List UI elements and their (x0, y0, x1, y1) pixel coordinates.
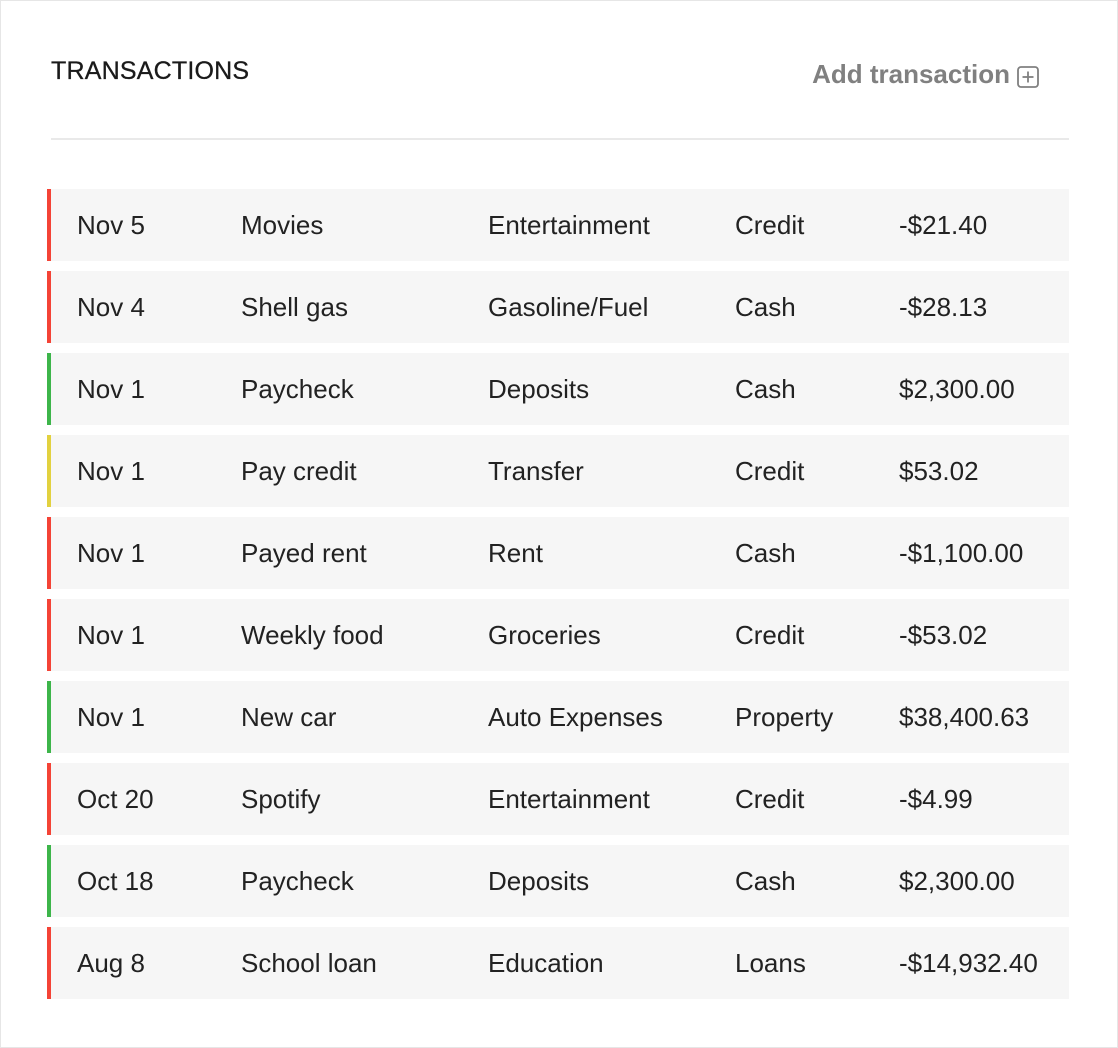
transaction-amount: $2,300.00 (899, 374, 1015, 404)
transaction-date: Nov 1 (77, 538, 145, 568)
transaction-account: Cash (735, 374, 796, 404)
transaction-amount: -$4.99 (899, 784, 973, 814)
transaction-category: Gasoline/Fuel (488, 292, 649, 322)
transaction-amount: $2,300.00 (899, 866, 1015, 896)
transaction-description: Movies (241, 210, 324, 240)
transaction-row[interactable]: Nov 1 Payed rent Rent Cash -$1,100.00 (47, 517, 1069, 589)
plus-square-icon (1017, 64, 1039, 88)
transaction-row[interactable]: Nov 1 Pay credit Transfer Credit $53.02 (47, 435, 1069, 507)
transaction-row[interactable]: Nov 1 New car Auto Expenses Property $38… (47, 681, 1069, 753)
transaction-account: Cash (735, 866, 796, 896)
transaction-amount: -$1,100.00 (899, 538, 1024, 568)
transaction-row[interactable]: Nov 4 Shell gas Gasoline/Fuel Cash -$28.… (47, 271, 1069, 343)
transaction-amount: -$21.40 (899, 210, 988, 240)
transaction-row[interactable]: Oct 20 Spotify Entertainment Credit -$4.… (47, 763, 1069, 835)
transaction-category: Entertainment (488, 210, 650, 240)
transaction-description: Shell gas (241, 292, 348, 322)
transaction-row[interactable]: Nov 5 Movies Entertainment Credit -$21.4… (47, 189, 1069, 261)
page-title: TRANSACTIONS (51, 57, 250, 85)
transaction-date: Oct 20 (77, 784, 154, 814)
transactions-card: TRANSACTIONS Add transaction Nov 5 Movie… (0, 0, 1118, 1048)
transaction-category: Education (488, 948, 604, 978)
transaction-date: Nov 1 (77, 620, 145, 650)
transaction-account: Cash (735, 292, 796, 322)
transaction-account: Loans (735, 948, 806, 978)
transaction-category: Deposits (488, 374, 590, 404)
transaction-row[interactable]: Nov 1 Paycheck Deposits Cash $2,300.00 (47, 353, 1069, 425)
add-transaction-label: Add transaction (812, 59, 1010, 89)
transaction-row[interactable]: Aug 8 School loan Education Loans -$14,9… (47, 927, 1069, 999)
transaction-date: Aug 8 (77, 948, 145, 978)
transaction-account: Credit (735, 210, 805, 240)
transaction-row[interactable]: Nov 1 Weekly food Groceries Credit -$53.… (47, 599, 1069, 671)
transaction-category: Deposits (488, 866, 590, 896)
transaction-description: Payed rent (241, 538, 367, 568)
transaction-account: Property (735, 702, 834, 732)
transaction-amount: -$28.13 (899, 292, 988, 322)
transaction-date: Nov 4 (77, 292, 145, 322)
transaction-account: Credit (735, 784, 805, 814)
transaction-amount: -$53.02 (899, 620, 988, 650)
transaction-description: Paycheck (241, 866, 354, 896)
transaction-date: Nov 5 (77, 210, 145, 240)
transaction-description: Spotify (241, 784, 321, 814)
transaction-category: Transfer (488, 456, 584, 486)
transaction-amount: $38,400.63 (899, 702, 1030, 732)
transaction-category: Groceries (488, 620, 601, 650)
transaction-description: Weekly food (241, 620, 384, 650)
transaction-account: Credit (735, 456, 805, 486)
transaction-description: Pay credit (241, 456, 357, 486)
add-transaction-button[interactable]: Add transaction (812, 59, 1039, 90)
transaction-date: Nov 1 (77, 702, 145, 732)
transaction-description: Paycheck (241, 374, 354, 404)
transaction-category: Auto Expenses (488, 702, 663, 732)
transaction-category: Entertainment (488, 784, 650, 814)
transaction-row[interactable]: Oct 18 Paycheck Deposits Cash $2,300.00 (47, 845, 1069, 917)
transaction-date: Nov 1 (77, 374, 145, 404)
transaction-date: Oct 18 (77, 866, 154, 896)
transaction-account: Cash (735, 538, 796, 568)
transaction-date: Nov 1 (77, 456, 145, 486)
transaction-account: Credit (735, 620, 805, 650)
transaction-category: Rent (488, 538, 543, 568)
card-header: TRANSACTIONS Add transaction (51, 53, 1069, 93)
transaction-description: New car (241, 702, 337, 732)
transaction-amount: -$14,932.40 (899, 948, 1038, 978)
header-divider (51, 138, 1069, 140)
transaction-list: Nov 5 Movies Entertainment Credit -$21.4… (47, 189, 1069, 1009)
transaction-amount: $53.02 (899, 456, 979, 486)
transaction-description: School loan (241, 948, 377, 978)
